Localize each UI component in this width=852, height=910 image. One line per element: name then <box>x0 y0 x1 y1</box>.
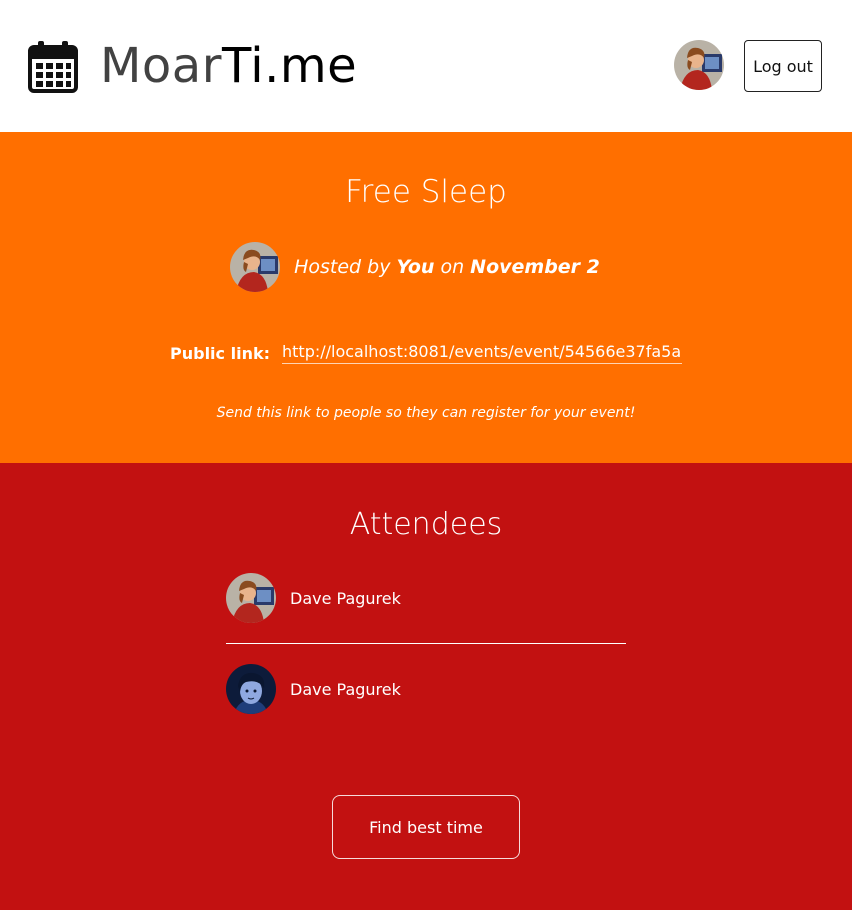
user-avatar[interactable] <box>674 40 724 90</box>
calendar-icon <box>28 41 78 93</box>
host-avatar <box>230 242 281 292</box>
attendee-avatar <box>226 573 276 623</box>
event-panel: Free Sleep Hosted by You on November 2 P… <box>0 132 852 463</box>
event-title: Free Sleep <box>345 174 507 210</box>
hosted-by-prefix: Hosted by <box>294 256 391 278</box>
host-name: You <box>396 256 435 278</box>
attendee-name: Dave Pagurek <box>290 679 401 699</box>
attendee-list: Dave Pagurek Dave Pagurek <box>226 573 626 714</box>
attendees-panel: Attendees Dave Pagurek Dave Pagurek Find… <box>0 463 852 910</box>
logo[interactable]: MoarTi.me <box>28 36 357 96</box>
public-link-label: Public link: <box>170 343 270 363</box>
brand-bold: Ti.me <box>221 38 358 94</box>
public-link-url[interactable]: http://localhost:8081/events/event/54566… <box>282 342 682 364</box>
link-hint: Send this link to people so they can reg… <box>216 405 636 421</box>
attendee-name: Dave Pagurek <box>290 588 401 608</box>
attendee-item: Dave Pagurek <box>226 664 626 714</box>
attendee-item: Dave Pagurek <box>226 573 626 623</box>
event-date: November 2 <box>470 256 600 278</box>
on-word: on <box>440 256 465 278</box>
public-link-row: Public link: http://localhost:8081/event… <box>170 342 690 364</box>
find-best-time-button[interactable]: Find best time <box>332 795 520 859</box>
host-text: Hosted by You on November 2 <box>294 256 600 278</box>
brand-name: MoarTi.me <box>100 38 357 94</box>
host-info: Hosted by You on November 2 <box>0 242 852 292</box>
brand-light: Moar <box>100 38 222 94</box>
attendee-avatar <box>226 664 276 714</box>
logout-button[interactable]: Log out <box>744 40 822 92</box>
attendees-title: Attendees <box>349 507 503 542</box>
site-header: MoarTi.me Log out <box>0 0 852 132</box>
attendee-divider <box>226 643 626 644</box>
